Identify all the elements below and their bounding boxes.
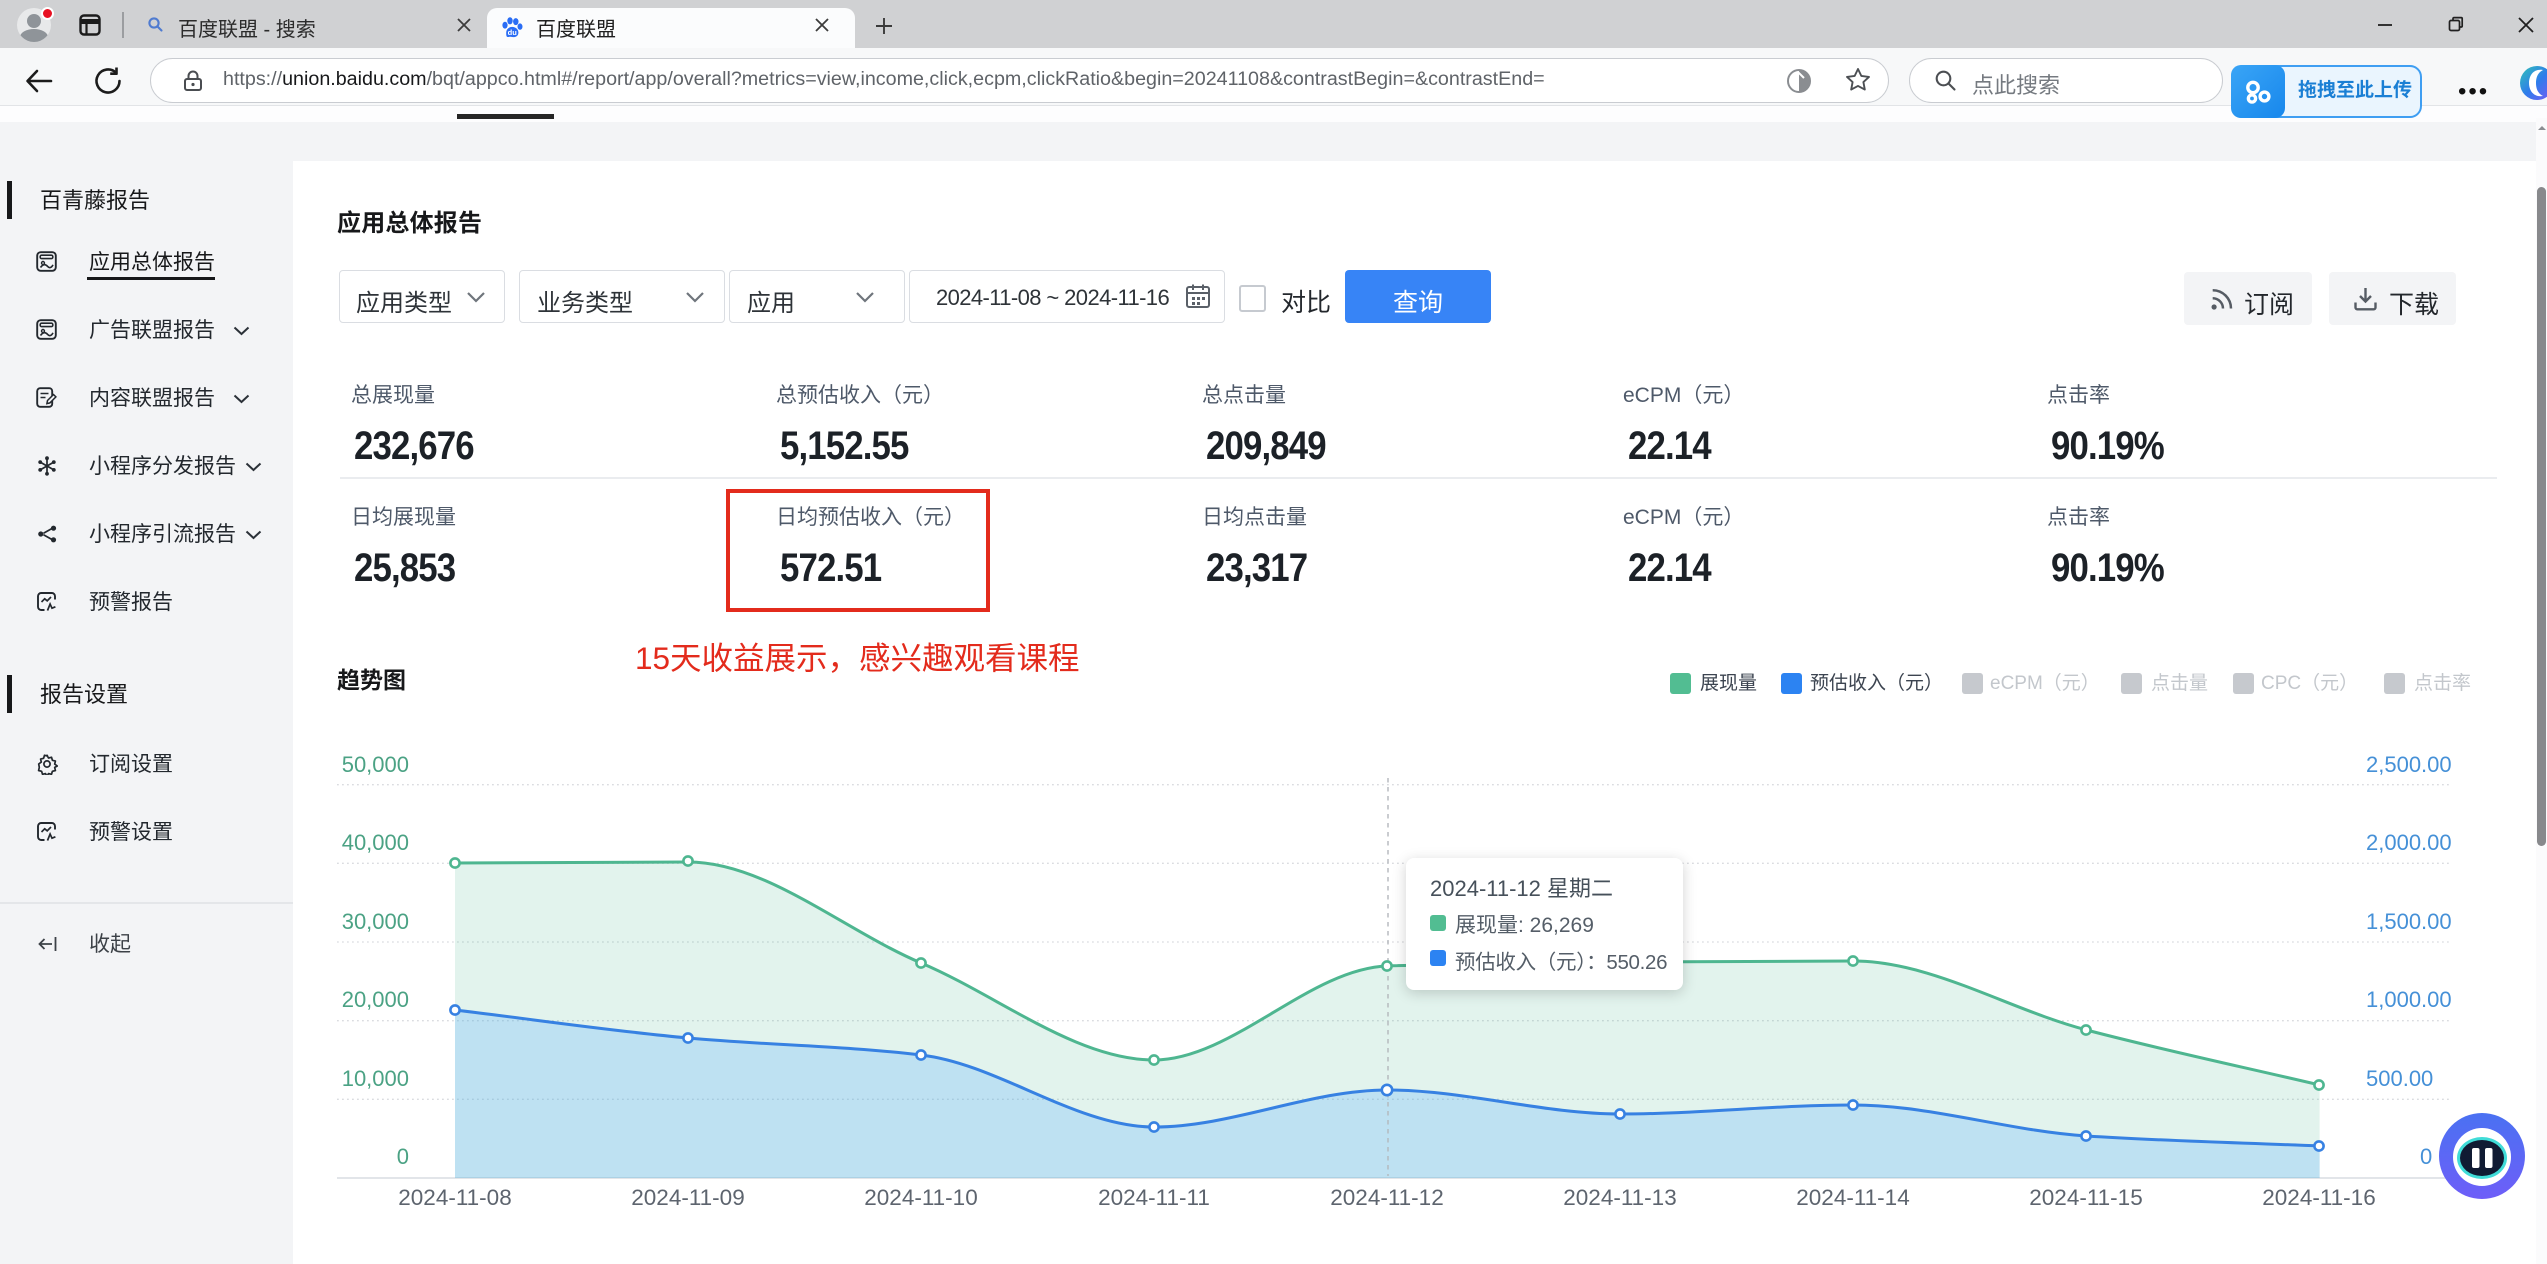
svg-text:10,000: 10,000 [342,1066,409,1091]
svg-text:0: 0 [2420,1144,2432,1169]
svg-text:2,500.00: 2,500.00 [2366,752,2452,777]
svg-text:2,000.00: 2,000.00 [2366,830,2452,855]
svg-text:2024-11-15: 2024-11-15 [2029,1185,2142,1210]
svg-text:500.00: 500.00 [2366,1066,2433,1091]
svg-text:1,000.00: 1,000.00 [2366,987,2452,1012]
svg-text:2024-11-09: 2024-11-09 [631,1185,744,1210]
svg-text:1,500.00: 1,500.00 [2366,909,2452,934]
svg-text:20,000: 20,000 [342,987,409,1012]
svg-text:30,000: 30,000 [342,909,409,934]
svg-text:2024-11-12: 2024-11-12 [1330,1185,1443,1210]
svg-text:0: 0 [397,1144,409,1169]
svg-text:2024-11-16: 2024-11-16 [2262,1185,2375,1210]
svg-text:40,000: 40,000 [342,830,409,855]
svg-text:2024-11-14: 2024-11-14 [1796,1185,1909,1210]
svg-text:2024-11-08: 2024-11-08 [398,1185,511,1210]
svg-text:50,000: 50,000 [342,752,409,777]
svg-text:2024-11-11: 2024-11-11 [1098,1185,1210,1210]
svg-text:2024-11-10: 2024-11-10 [864,1185,977,1210]
svg-text:2024-11-13: 2024-11-13 [1563,1185,1676,1210]
